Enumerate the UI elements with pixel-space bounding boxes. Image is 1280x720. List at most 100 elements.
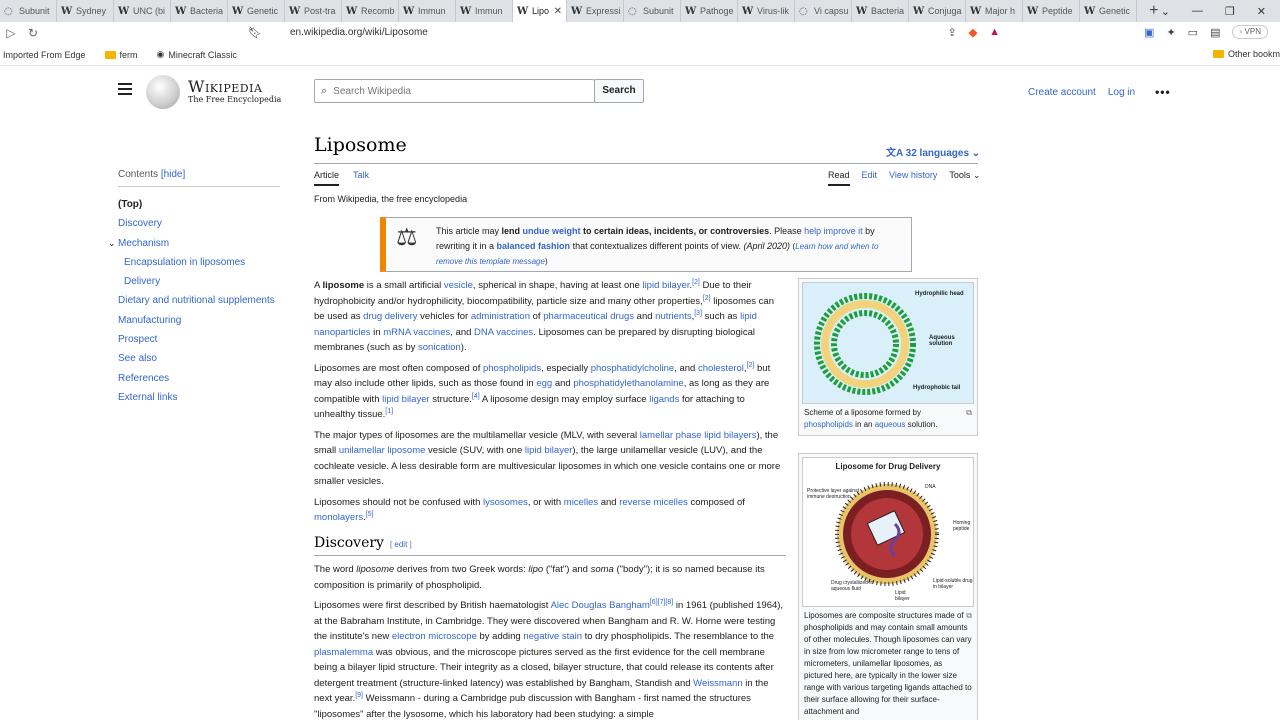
browser-tab[interactable]: W Bacteria — [171, 0, 228, 22]
article-link[interactable]: lipid bilayer — [525, 445, 573, 456]
browser-tab[interactable]: W Bacteria — [852, 0, 909, 22]
undue-weight-link[interactable]: undue weight — [523, 226, 581, 236]
article-link[interactable]: drug delivery — [363, 311, 417, 322]
browser-tab[interactable]: W Immun — [399, 0, 456, 22]
browser-tab[interactable]: ◌ Subunit — [0, 0, 57, 22]
tab-read[interactable]: Read — [828, 170, 850, 186]
article-link[interactable]: pharmaceutical drugs — [543, 311, 634, 322]
extensions-icon[interactable]: ✦ — [1166, 26, 1175, 39]
article-link[interactable]: lamellar phase lipid bilayers — [640, 430, 757, 441]
browser-tab[interactable]: W Sydney — [57, 0, 114, 22]
wikipedia-globe-logo[interactable] — [146, 75, 180, 109]
browser-tab[interactable]: W Peptide — [1023, 0, 1080, 22]
article-link[interactable]: phosphatidylcholine — [591, 363, 674, 374]
browser-tab[interactable]: W Major h — [966, 0, 1023, 22]
bookmark-minecraft-classic[interactable]: ◉ Minecraft Classic — [157, 49, 237, 60]
article-link[interactable]: phospholipids — [483, 363, 541, 374]
browser-tab[interactable]: ◌ Subunit — [624, 0, 681, 22]
back-button[interactable]: ▷ — [0, 26, 22, 40]
article-link[interactable]: negative stain — [523, 631, 582, 642]
article-link[interactable]: aqueous — [875, 420, 906, 429]
enlarge-icon[interactable]: ⧉ — [966, 610, 972, 622]
toc-item[interactable]: Dietary and nutritional supplements — [118, 291, 280, 310]
article-link[interactable]: micelles — [564, 497, 598, 508]
balanced-fashion-link[interactable]: balanced fashion — [497, 241, 571, 251]
article-link[interactable]: phosphatidylethanolamine — [573, 378, 683, 389]
search-input[interactable]: ⌕ Search Wikipedia — [314, 79, 595, 103]
more-options-icon[interactable]: ••• — [1155, 85, 1171, 99]
toc-item[interactable]: External links — [118, 388, 280, 407]
toc-item[interactable]: Prospect — [118, 330, 280, 349]
tab-view-history[interactable]: View history — [889, 170, 937, 186]
help-improve-link[interactable]: help improve it — [804, 226, 863, 236]
create-account-link[interactable]: Create account — [1028, 87, 1096, 98]
browser-tab[interactable]: W Post-tra — [285, 0, 342, 22]
address-bar[interactable]: en.wikipedia.org/wiki/Liposome — [290, 27, 428, 38]
liposome-drug-delivery-image[interactable]: Liposome for Drug Delivery Protective la… — [802, 457, 974, 607]
language-selector[interactable]: 文A 32 languages ⌄ — [886, 144, 980, 159]
minimize-button[interactable]: — — [1192, 5, 1203, 18]
browser-tab[interactable]: ◌ Vi capsu — [795, 0, 852, 22]
toc-item[interactable]: Discovery — [118, 214, 280, 233]
citation-link[interactable]: [2] — [692, 279, 700, 286]
brave-shields-icon[interactable]: ◆ — [969, 26, 977, 39]
tools-menu[interactable]: Tools ⌄ — [949, 170, 980, 186]
main-menu-icon[interactable] — [118, 83, 132, 98]
edit-section-link[interactable]: edit — [394, 540, 407, 549]
tab-edit[interactable]: Edit — [862, 170, 878, 186]
extension-badge-icon[interactable]: ▣ — [1144, 26, 1154, 39]
log-in-link[interactable]: Log in — [1108, 87, 1135, 98]
maximize-button[interactable]: ❐ — [1225, 5, 1235, 18]
tab-search-icon[interactable]: ⌄ — [1161, 5, 1170, 18]
search-button[interactable]: Search — [594, 79, 644, 103]
article-link[interactable]: monolayers — [314, 512, 363, 523]
article-link[interactable]: Alec Douglas Bangham — [551, 600, 650, 611]
wikipedia-wordmark[interactable]: Wikipedia — [188, 77, 262, 96]
toc-item[interactable]: Encapsulation in liposomes — [118, 253, 280, 272]
article-link[interactable]: lysosomes — [483, 497, 528, 508]
wallet-icon[interactable]: ▤ — [1210, 26, 1220, 39]
liposome-scheme-image[interactable]: Hydrophilic head Aqueous solution Hydrop… — [802, 282, 974, 404]
tab-talk[interactable]: Talk — [353, 170, 369, 186]
article-link[interactable]: phospholipids — [804, 420, 853, 429]
citation-link[interactable]: [2] — [703, 295, 711, 302]
bookmark-icon[interactable]: 🔖︎ — [248, 26, 262, 39]
vpn-button[interactable]: ◦ VPN — [1232, 25, 1268, 39]
other-bookmarks[interactable]: Other bookm — [1212, 49, 1280, 59]
enlarge-icon[interactable]: ⧉ — [966, 407, 972, 419]
browser-tab[interactable]: W Genetic — [1080, 0, 1137, 22]
article-link[interactable]: administration — [471, 311, 530, 322]
browser-tab[interactable]: W Immun — [456, 0, 513, 22]
browser-tab[interactable]: W Recomb — [342, 0, 399, 22]
toc-item[interactable]: Mechanism — [118, 234, 280, 253]
toc-item[interactable]: See also — [118, 349, 280, 368]
article-link[interactable]: electron microscope — [392, 631, 477, 642]
new-tab-button[interactable]: + — [1147, 2, 1161, 20]
close-window-button[interactable]: ✕ — [1257, 5, 1266, 18]
share-icon[interactable]: ⇪ — [947, 26, 956, 39]
tab-close-icon[interactable]: ✕ — [554, 6, 562, 17]
citation-link[interactable]: [6][7][8] — [650, 599, 673, 606]
article-link[interactable]: sonication — [418, 342, 461, 353]
article-link[interactable]: plasmalemma — [314, 647, 373, 658]
tab-article[interactable]: Article — [314, 170, 340, 186]
toc-collapse-chevron-icon[interactable]: ⌄ — [108, 238, 116, 249]
toc-item[interactable]: Manufacturing — [118, 311, 280, 330]
article-link[interactable]: nutrients — [655, 311, 691, 322]
sidebar-icon[interactable]: ▭ — [1188, 26, 1198, 39]
article-link[interactable]: DNA vaccines — [474, 327, 533, 338]
browser-tab[interactable]: W Genetic — [228, 0, 285, 22]
bookmark-imported-from-edge[interactable]: Imported From Edge — [3, 50, 86, 60]
article-link[interactable]: cholesterol — [698, 363, 744, 374]
citation-link[interactable]: [3] — [694, 310, 702, 317]
article-link[interactable]: egg — [536, 378, 552, 389]
article-link[interactable]: lipid bilayer — [382, 394, 430, 405]
citation-link[interactable]: [4] — [472, 393, 480, 400]
browser-tab[interactable]: W Virus-lik — [738, 0, 795, 22]
article-link[interactable]: vesicle — [444, 280, 473, 291]
citation-link[interactable]: [5] — [366, 511, 374, 518]
article-link[interactable]: mRNA vaccines — [383, 327, 450, 338]
toc-item[interactable]: References — [118, 369, 280, 388]
article-link[interactable]: reverse micelles — [619, 497, 688, 508]
article-link[interactable]: ligands — [649, 394, 679, 405]
